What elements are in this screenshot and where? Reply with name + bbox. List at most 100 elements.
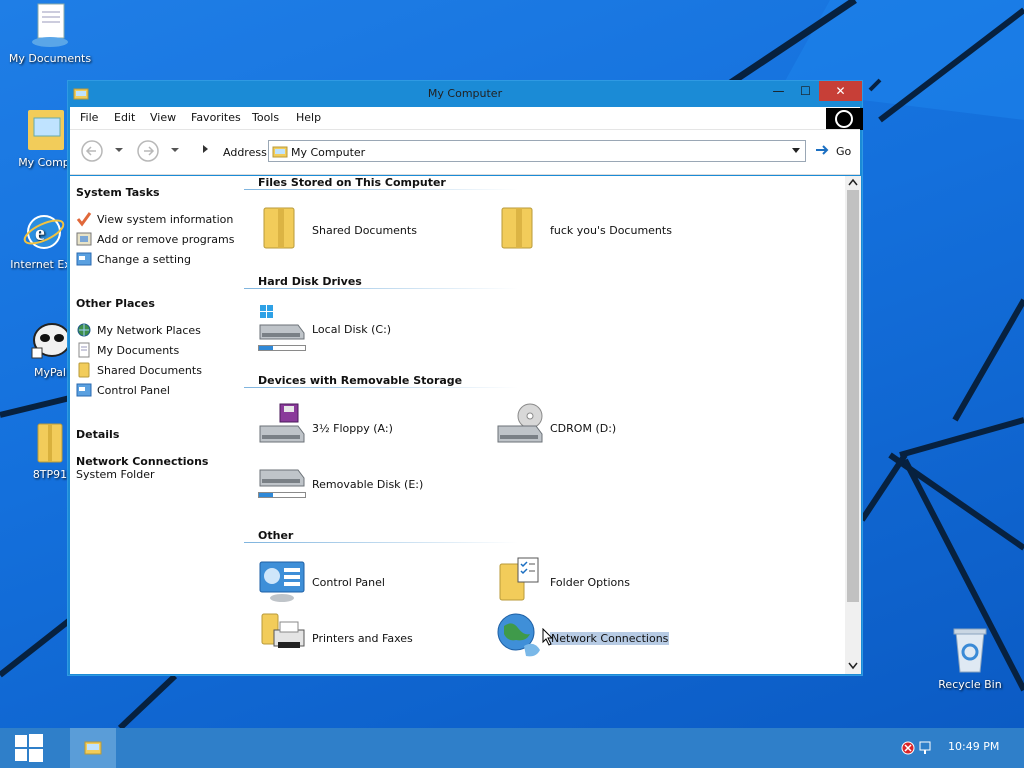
disk-usage-bar	[258, 345, 306, 351]
folder-options-icon	[499, 557, 539, 601]
scroll-up-icon[interactable]	[848, 178, 858, 186]
item-label: Folder Options	[550, 576, 630, 589]
taskbar: 10:49 PM	[0, 728, 1024, 768]
document-icon	[32, 3, 68, 47]
window-title: My Computer	[427, 87, 503, 100]
item-folder-options[interactable]: Folder Options	[496, 556, 726, 608]
desktop-icon-recycle-bin[interactable]: Recycle Bin	[922, 626, 1018, 691]
menu-edit[interactable]: Edit	[114, 111, 135, 124]
item-label: CDROM (D:)	[550, 422, 617, 435]
place-label: Shared Documents	[97, 364, 202, 377]
checkmark-icon	[76, 212, 92, 227]
item-label: Control Panel	[312, 576, 385, 589]
floppy-drive-icon	[259, 403, 305, 443]
programs-icon	[76, 232, 92, 246]
printer-icon	[261, 613, 305, 648]
maximize-button[interactable]: ☐	[792, 81, 819, 101]
item-label: 3½ Floppy (A:)	[312, 422, 393, 435]
task-label: Add or remove programs	[97, 233, 235, 246]
item-label: Network Connections	[550, 632, 670, 645]
group-heading-hard-disk: Hard Disk Drives	[258, 275, 362, 288]
windows-logo-icon	[15, 734, 43, 762]
recycle-bin-icon	[953, 628, 987, 673]
title-bar[interactable]: My Computer — ☐ ✕	[68, 81, 862, 107]
internet-explorer-icon: e	[23, 215, 65, 249]
arrow-right-icon	[816, 145, 829, 155]
circle-logo-icon	[835, 110, 853, 128]
hard-drive-icon	[259, 305, 305, 340]
item-printers-and-faxes[interactable]: Printers and Faxes	[258, 612, 488, 664]
network-globe-icon	[497, 613, 540, 657]
menu-favorites[interactable]: Favorites	[191, 111, 241, 124]
go-button[interactable]: Go	[814, 143, 851, 160]
group-heading-other: Other	[258, 529, 294, 542]
group-divider	[244, 542, 518, 543]
item-local-disk-c[interactable]: Local Disk (C:)	[258, 303, 488, 355]
folder-icon	[263, 207, 295, 249]
forward-icon[interactable]	[136, 139, 162, 163]
desktop-icon-label: Recycle Bin	[938, 678, 1002, 691]
other-places-heading: Other Places	[76, 297, 155, 310]
chevron-down-icon[interactable]	[114, 147, 124, 155]
item-floppy-a[interactable]: 3½ Floppy (A:)	[258, 402, 488, 454]
item-user-documents[interactable]: fuck you's Documents	[496, 204, 726, 256]
address-value: My Computer	[291, 146, 366, 159]
taskbar-clock[interactable]: 10:49 PM	[948, 740, 999, 753]
details-type: System Folder	[76, 468, 155, 481]
scroll-thumb[interactable]	[847, 190, 859, 602]
item-network-connections[interactable]: Network Connections	[496, 612, 726, 664]
group-heading-files: Files Stored on This Computer	[258, 176, 446, 189]
place-label: My Documents	[97, 344, 180, 357]
scroll-down-icon[interactable]	[848, 662, 858, 670]
control-panel-icon	[76, 383, 92, 397]
start-button[interactable]	[0, 728, 60, 768]
item-label: fuck you's Documents	[550, 224, 672, 237]
group-divider	[244, 387, 518, 388]
chevron-down-icon[interactable]	[791, 147, 801, 155]
task-label: View system information	[97, 213, 234, 226]
vertical-scrollbar[interactable]	[845, 176, 861, 674]
group-divider	[244, 288, 518, 289]
item-label: Local Disk (C:)	[312, 323, 392, 336]
item-label: Shared Documents	[312, 224, 417, 237]
toolbar: Address My Computer Go	[70, 129, 860, 175]
item-control-panel[interactable]: Control Panel	[258, 556, 488, 608]
address-field[interactable]: My Computer	[268, 140, 806, 162]
desktop-icon-my-documents[interactable]: My Documents	[2, 2, 98, 65]
menu-file[interactable]: File	[80, 111, 98, 124]
taskbar-item-my-computer[interactable]	[70, 728, 116, 768]
minimize-button[interactable]: —	[765, 81, 792, 101]
control-panel-icon	[259, 561, 305, 602]
group-heading-removable: Devices with Removable Storage	[258, 374, 463, 387]
document-icon	[78, 342, 90, 358]
tray-icons	[901, 741, 931, 755]
place-label: Control Panel	[97, 384, 170, 397]
cd-drive-icon	[497, 403, 543, 443]
menu-bar: File Edit View Favorites Tools Help	[70, 107, 863, 130]
mouse-cursor-icon	[542, 628, 554, 646]
menu-view[interactable]: View	[150, 111, 176, 124]
raccoon-icon	[31, 323, 71, 359]
computer-folder-icon	[28, 110, 64, 150]
place-label: My Network Places	[97, 324, 201, 337]
menu-help[interactable]: Help	[296, 111, 321, 124]
task-label: Change a setting	[97, 253, 191, 266]
back-icon[interactable]	[80, 139, 106, 163]
control-panel-icon	[76, 252, 92, 266]
item-removable-disk-e[interactable]: Removable Disk (E:)	[258, 458, 488, 510]
computer-folder-icon	[272, 146, 288, 158]
system-tray	[900, 739, 940, 760]
item-shared-documents[interactable]: Shared Documents	[258, 204, 488, 256]
folder-icon	[501, 207, 533, 249]
chevron-right-icon[interactable]	[202, 144, 210, 154]
item-cdrom-d[interactable]: CDROM (D:)	[496, 402, 726, 454]
close-button[interactable]: ✕	[819, 81, 862, 101]
go-label: Go	[836, 145, 852, 158]
network-globe-icon	[77, 323, 91, 337]
group-divider	[244, 189, 518, 190]
folder-icon	[78, 362, 90, 378]
address-label: Address	[223, 146, 267, 159]
my-computer-window[interactable]: My Computer — ☐ ✕ File Edit View Favorit…	[67, 80, 863, 676]
chevron-down-icon[interactable]	[170, 147, 180, 155]
menu-tools[interactable]: Tools	[252, 111, 279, 124]
